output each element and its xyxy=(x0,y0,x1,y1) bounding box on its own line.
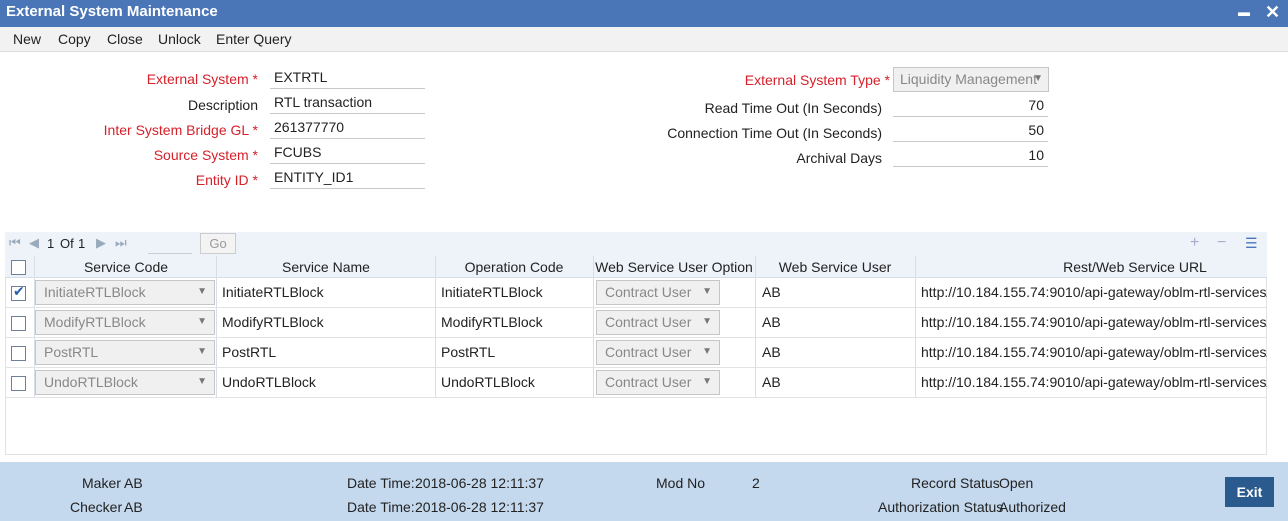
unlock-button[interactable]: Unlock xyxy=(158,31,201,47)
description-field[interactable]: RTL transaction xyxy=(270,92,425,114)
operation-code-cell[interactable]: PostRTL xyxy=(441,344,495,360)
service-name-cell[interactable]: ModifyRTLBlock xyxy=(222,314,324,330)
url-cell[interactable]: http://10.184.155.74:9010/api-gateway/ob… xyxy=(921,284,1267,300)
read-timeout-label: Read Time Out (In Seconds) xyxy=(704,100,882,116)
auth-status-value: Authorized xyxy=(999,499,1066,515)
header-url: Rest/Web Service URL xyxy=(1063,259,1207,275)
ws-user-cell[interactable]: AB xyxy=(762,374,781,390)
service-code-select[interactable]: InitiateRTLBlock ▼ xyxy=(35,280,215,305)
auth-status-label: Authorization Status xyxy=(878,499,1004,515)
current-page: 1 xyxy=(47,236,55,251)
url-cell[interactable]: http://10.184.155.74:9010/api-gateway/ob… xyxy=(921,314,1267,330)
close-button[interactable]: Close xyxy=(107,31,143,47)
table-row[interactable]: PostRTL ▼ PostRTL PostRTL Contract User ▼ … xyxy=(5,338,1267,368)
operation-code-cell[interactable]: InitiateRTLBlock xyxy=(441,284,543,300)
entity-id-label: Entity ID * xyxy=(195,172,258,188)
maker-label: Maker xyxy=(82,475,121,491)
prev-page-icon[interactable]: ◀ xyxy=(29,235,39,251)
ws-user-cell[interactable]: AB xyxy=(762,344,781,360)
source-system-field[interactable]: FCUBS xyxy=(270,142,425,164)
grid-header: Service Code Service Name Operation Code… xyxy=(5,256,1267,278)
row-checkbox[interactable] xyxy=(11,284,26,301)
maker-datetime-label: Date Time: xyxy=(347,475,415,491)
row-checkbox[interactable] xyxy=(11,316,26,331)
system-type-label: External System Type * xyxy=(744,72,890,88)
bridge-gl-label: Inter System Bridge GL * xyxy=(103,122,258,138)
ws-user-cell[interactable]: AB xyxy=(762,284,781,300)
page-of-label: Of xyxy=(60,236,74,251)
read-timeout-field[interactable]: 70 xyxy=(893,95,1048,117)
first-page-icon[interactable]: ⏮ xyxy=(9,235,21,251)
conn-timeout-label: Connection Time Out (In Seconds) xyxy=(667,125,882,141)
service-name-cell[interactable]: InitiateRTLBlock xyxy=(222,284,324,300)
enter-query-button[interactable]: Enter Query xyxy=(216,31,291,47)
checker-datetime: 2018-06-28 12:11:37 xyxy=(415,499,544,515)
service-code-select[interactable]: ModifyRTLBlock ▼ xyxy=(35,310,215,335)
header-operation-code: Operation Code xyxy=(464,259,564,275)
window-title: External System Maintenance xyxy=(6,3,218,20)
record-status-value: Open xyxy=(999,475,1034,491)
page-input[interactable] xyxy=(148,233,192,254)
entity-id-field[interactable]: ENTITY_ID1 xyxy=(270,167,425,189)
copy-button[interactable]: Copy xyxy=(58,31,91,47)
go-button[interactable]: Go xyxy=(200,233,236,254)
ws-user-option-select[interactable]: Contract User ▼ xyxy=(596,280,720,305)
header-ws-user-option: Web Service User Option xyxy=(595,259,753,275)
source-system-label: Source System * xyxy=(153,147,258,163)
audit-footer: Maker AB Checker AB Date Time: 2018-06-2… xyxy=(0,462,1288,521)
record-status-label: Record Status xyxy=(911,475,1000,491)
header-ws-user: Web Service User xyxy=(778,259,892,275)
total-pages: 1 xyxy=(78,236,86,251)
operation-code-cell[interactable]: ModifyRTLBlock xyxy=(441,314,543,330)
header-service-code: Service Code xyxy=(83,259,169,275)
row-checkbox[interactable] xyxy=(11,376,26,391)
table-row[interactable]: UndoRTLBlock ▼ UndoRTLBlock UndoRTLBlock … xyxy=(5,368,1267,398)
service-name-cell[interactable]: PostRTL xyxy=(222,344,276,360)
archival-days-label: Archival Days xyxy=(796,150,882,166)
maker-value: AB xyxy=(124,475,143,491)
service-code-select[interactable]: UndoRTLBlock ▼ xyxy=(35,370,215,395)
add-row-icon[interactable]: + xyxy=(1190,234,1199,252)
archival-days-field[interactable]: 10 xyxy=(893,145,1048,167)
exit-button[interactable]: Exit xyxy=(1225,477,1274,507)
description-label: Description xyxy=(187,97,258,113)
toolbar: New Copy Close Unlock Enter Query xyxy=(0,27,1288,52)
checker-datetime-label: Date Time: xyxy=(347,499,415,515)
service-code-select[interactable]: PostRTL ▼ xyxy=(35,340,215,365)
system-type-select[interactable]: Liquidity Management ▼ xyxy=(893,67,1049,92)
checker-value: AB xyxy=(124,499,143,515)
delete-row-icon[interactable]: − xyxy=(1217,234,1226,252)
ws-user-option-select[interactable]: Contract User ▼ xyxy=(596,310,720,335)
mod-no-value: 2 xyxy=(752,475,760,491)
service-name-cell[interactable]: UndoRTLBlock xyxy=(222,374,316,390)
ws-user-cell[interactable]: AB xyxy=(762,314,781,330)
select-all-checkbox[interactable] xyxy=(11,260,26,275)
single-view-icon[interactable]: ☰ xyxy=(1245,235,1258,252)
mod-no-label: Mod No xyxy=(656,475,706,491)
checker-label: Checker xyxy=(70,499,123,515)
ws-user-option-select[interactable]: Contract User ▼ xyxy=(596,370,720,395)
new-button[interactable]: New xyxy=(13,31,41,47)
conn-timeout-field[interactable]: 50 xyxy=(893,120,1048,142)
title-bar: External System Maintenance ▬ ✕ xyxy=(0,0,1288,27)
next-page-icon[interactable]: ▶ xyxy=(96,235,106,251)
maker-datetime: 2018-06-28 12:11:37 xyxy=(415,475,544,491)
table-row[interactable]: ModifyRTLBlock ▼ ModifyRTLBlock ModifyRTL… xyxy=(5,308,1267,338)
bridge-gl-field[interactable]: 261377770 xyxy=(270,117,425,139)
table-row[interactable]: InitiateRTLBlock▼ InitiateRTLBlock Initi… xyxy=(5,278,1267,308)
last-page-icon[interactable]: ⏭ xyxy=(115,235,127,251)
row-checkbox[interactable] xyxy=(11,346,26,361)
ws-user-option-select[interactable]: Contract User ▼ xyxy=(596,340,720,365)
operation-code-cell[interactable]: UndoRTLBlock xyxy=(441,374,535,390)
external-system-label: External System * xyxy=(146,71,258,87)
grid-toolbar: ⏮ ◀ 1 Of 1 ▶ ⏭ Go + − ☰ xyxy=(5,232,1267,256)
url-cell[interactable]: http://10.184.155.74:9010/api-gateway/ob… xyxy=(921,344,1267,360)
external-system-field[interactable]: EXTRTL xyxy=(270,67,425,89)
minimize-icon[interactable]: ▬ xyxy=(1238,2,1250,22)
url-cell[interactable]: http://10.184.155.74:9010/api-gateway/ob… xyxy=(921,374,1267,390)
close-icon[interactable]: ✕ xyxy=(1265,2,1280,22)
header-service-name: Service Name xyxy=(282,259,370,275)
